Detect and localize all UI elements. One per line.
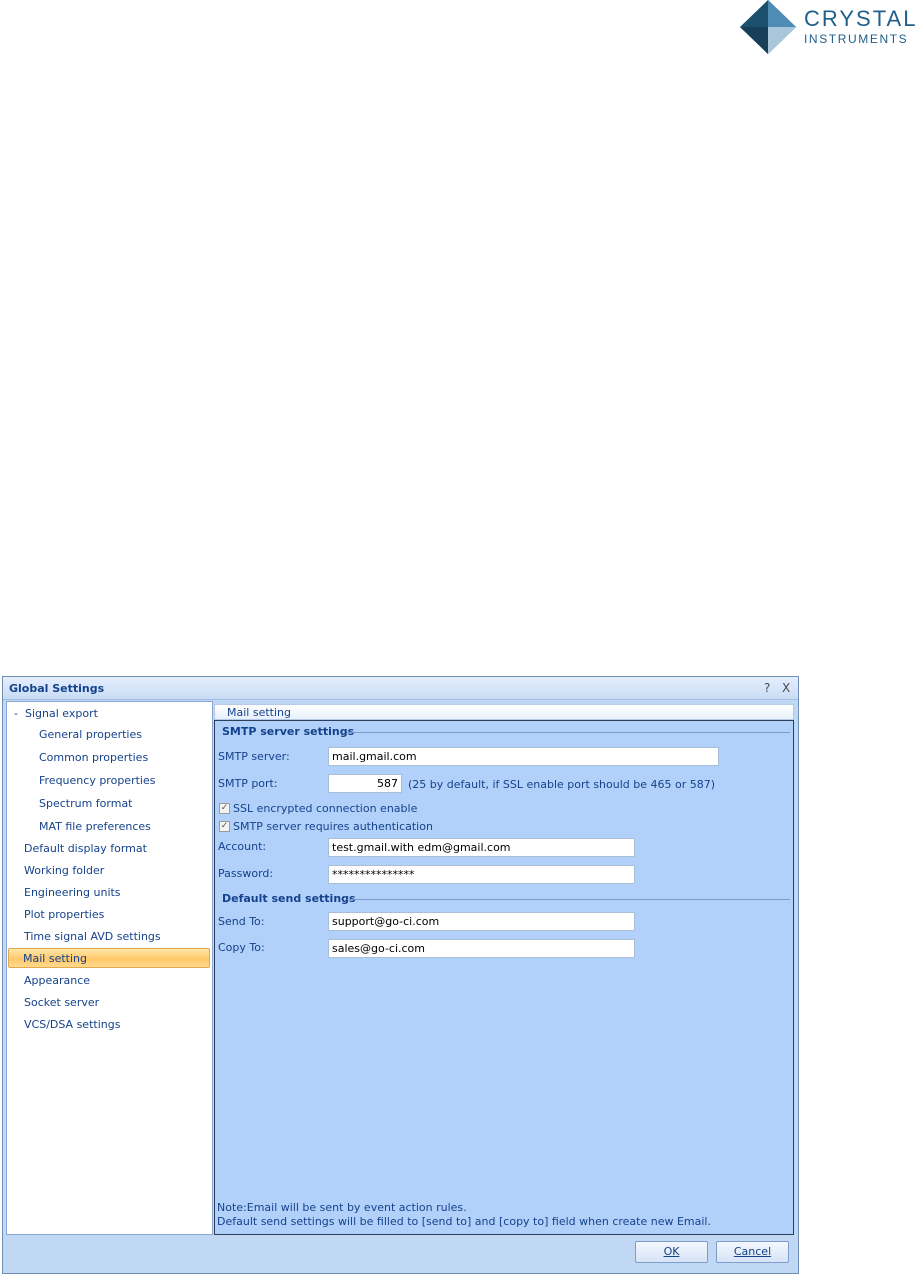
auth-checkbox[interactable]: ✓ bbox=[219, 821, 230, 832]
help-button[interactable]: ? bbox=[764, 681, 770, 695]
smtp-server-input[interactable]: mail.gmail.com bbox=[328, 747, 719, 766]
tree-item-vcs-dsa-settings[interactable]: VCS/DSA settings bbox=[24, 1015, 120, 1035]
panel-header-title: Mail setting bbox=[227, 706, 291, 719]
crystal-instruments-logo: CRYSTAL INSTRUMENTS bbox=[738, 0, 916, 56]
tree-item-spectrum-format[interactable]: Spectrum format bbox=[39, 794, 133, 814]
send-to-label: Send To: bbox=[218, 915, 265, 928]
tree-item-appearance[interactable]: Appearance bbox=[24, 971, 90, 991]
tree-item-general-properties[interactable]: General properties bbox=[39, 725, 142, 745]
ssl-checkbox[interactable]: ✓ bbox=[219, 803, 230, 814]
password-label: Password: bbox=[218, 867, 274, 880]
smtp-server-label: SMTP server: bbox=[218, 750, 290, 763]
smtp-port-label: SMTP port: bbox=[218, 777, 278, 790]
smtp-section-divider bbox=[347, 732, 790, 733]
note-line-2: Default send settings will be filled to … bbox=[217, 1215, 711, 1228]
tree-item-plot-properties[interactable]: Plot properties bbox=[24, 905, 104, 925]
ssl-checkbox-label: SSL encrypted connection enable bbox=[233, 802, 418, 815]
logo-line-1: CRYSTAL bbox=[804, 6, 916, 31]
tree-item-mail-setting[interactable]: Mail setting bbox=[8, 948, 210, 968]
account-input[interactable]: test.gmail.with edm@gmail.com bbox=[328, 838, 635, 857]
tree-item-default-display-format[interactable]: Default display format bbox=[24, 839, 147, 859]
send-section-title: Default send settings bbox=[222, 892, 356, 905]
tree-item-engineering-units[interactable]: Engineering units bbox=[24, 883, 121, 903]
auth-checkbox-label: SMTP server requires authentication bbox=[233, 820, 433, 833]
panel-header: Mail setting bbox=[214, 704, 794, 720]
tree-item-frequency-properties[interactable]: Frequency properties bbox=[39, 771, 155, 791]
note-line-1: Note:Email will be sent by event action … bbox=[217, 1201, 467, 1214]
cancel-button[interactable]: Cancel bbox=[716, 1241, 789, 1263]
send-to-input[interactable]: support@go-ci.com bbox=[328, 912, 635, 931]
logo-line-2: INSTRUMENTS bbox=[804, 32, 909, 46]
smtp-section-title: SMTP server settings bbox=[222, 725, 355, 738]
tree-item-common-properties[interactable]: Common properties bbox=[39, 748, 148, 768]
tree-item-mat-file-preferences[interactable]: MAT file preferences bbox=[39, 817, 151, 837]
tree-item-signal-export[interactable]: Signal export bbox=[25, 704, 98, 724]
collapse-toggle-icon[interactable]: - bbox=[14, 704, 18, 724]
dialog-title: Global Settings bbox=[9, 682, 105, 695]
title-bar: Global Settings ? X bbox=[3, 677, 798, 700]
copy-to-input[interactable]: sales@go-ci.com bbox=[328, 939, 635, 958]
password-input[interactable]: *************** bbox=[328, 865, 635, 884]
mail-setting-panel: SMTP server settings SMTP server: mail.g… bbox=[214, 720, 794, 1235]
close-button[interactable]: X bbox=[782, 681, 790, 695]
global-settings-dialog: Global Settings ? X - Signal export Gene… bbox=[2, 676, 799, 1274]
tree-item-time-signal-avd-settings[interactable]: Time signal AVD settings bbox=[24, 927, 161, 947]
account-label: Account: bbox=[218, 840, 267, 853]
send-section-divider bbox=[347, 899, 790, 900]
settings-tree: - Signal export General properties Commo… bbox=[6, 701, 213, 1235]
tree-item-socket-server[interactable]: Socket server bbox=[24, 993, 99, 1013]
copy-to-label: Copy To: bbox=[218, 941, 265, 954]
smtp-port-input[interactable]: 587 bbox=[328, 774, 402, 793]
diamond-logo-icon bbox=[740, 0, 796, 54]
ok-button[interactable]: OK bbox=[635, 1241, 708, 1263]
smtp-port-hint: (25 by default, if SSL enable port shoul… bbox=[408, 778, 716, 791]
tree-item-working-folder[interactable]: Working folder bbox=[24, 861, 104, 881]
